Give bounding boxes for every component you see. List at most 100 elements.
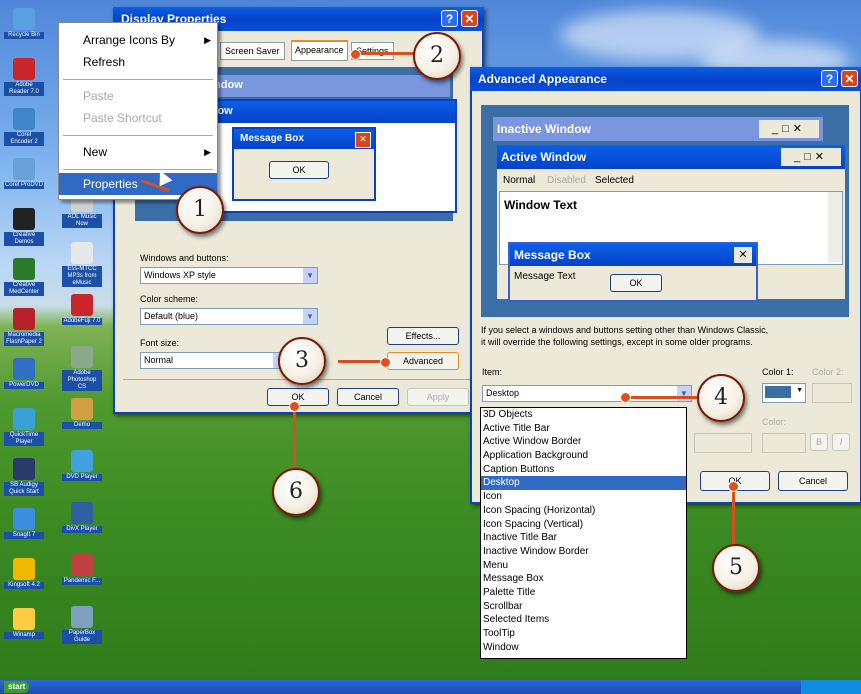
item-option[interactable]: Application Background: [481, 449, 686, 463]
application-icon: [71, 606, 93, 628]
desktop-icon[interactable]: Winamp: [4, 608, 44, 639]
taskbar: start: [0, 680, 861, 694]
item-option[interactable]: Active Window Border: [481, 435, 686, 449]
italic-button[interactable]: I: [832, 433, 850, 451]
font-color-picker[interactable]: [762, 433, 806, 453]
advanced-button[interactable]: Advanced: [387, 352, 459, 370]
bold-button[interactable]: B: [810, 433, 828, 451]
close-button[interactable]: ✕: [841, 70, 858, 87]
tab-screen-saver[interactable]: Screen Saver: [220, 42, 285, 60]
cancel-button[interactable]: Cancel: [337, 388, 399, 406]
callout-step-6: 6: [272, 468, 320, 516]
desktop-icon[interactable]: Adobe Photoshop CS: [62, 346, 102, 391]
item-option[interactable]: Inactive Window Border: [481, 545, 686, 559]
item-option[interactable]: Active Title Bar: [481, 422, 686, 436]
menu-item-paste[interactable]: Paste: [59, 85, 217, 107]
item-option[interactable]: Inactive Title Bar: [481, 531, 686, 545]
item-option[interactable]: Icon: [481, 490, 686, 504]
item-option[interactable]: Menu: [481, 559, 686, 573]
help-button[interactable]: ?: [821, 70, 838, 87]
tab-appearance[interactable]: Appearance: [291, 40, 348, 61]
desktop-icon[interactable]: QuickTime Player: [4, 408, 44, 446]
application-icon: [71, 554, 93, 576]
desktop-icon[interactable]: Recycle Bin: [4, 8, 44, 39]
desktop-icon[interactable]: Pandemic F...: [62, 554, 102, 585]
color2-picker[interactable]: [812, 383, 852, 403]
desktop-icon[interactable]: Creative MedCenter: [4, 258, 44, 296]
callout-step-5: 5: [712, 544, 760, 592]
item-option[interactable]: Window: [481, 641, 686, 655]
color1-picker[interactable]: ▼: [762, 383, 806, 403]
item-label: Item:: [482, 367, 503, 377]
item-option[interactable]: Desktop: [481, 476, 686, 491]
callout-dot: [350, 49, 361, 60]
callout-dot: [380, 357, 391, 368]
menu-item-refresh[interactable]: Refresh: [59, 51, 217, 73]
preview-inactive-window: Inactive Window _□✕: [493, 117, 823, 141]
application-icon: [71, 294, 93, 316]
desktop-icon-label: QuickTime Player: [4, 432, 44, 446]
application-icon: [13, 458, 35, 480]
item-dropdown-list: 3D Objects Active Title Bar Active Window …: [480, 407, 687, 659]
desktop-icon[interactable]: Ess-MTCC MP3s from eMusic: [62, 242, 102, 287]
advanced-preview: Inactive Window _□✕ Active Window _□✕ No…: [481, 105, 849, 317]
font-size-picker[interactable]: [694, 433, 752, 453]
desktop-icon[interactable]: Macromedia FlashPaper 2: [4, 308, 44, 346]
item-option[interactable]: Scrollbar: [481, 600, 686, 614]
menu-item-arrange-icons-by[interactable]: Arrange Icons By ▶: [59, 29, 217, 51]
application-icon: [13, 58, 35, 80]
desktop-icon[interactable]: SnagIt 7: [4, 508, 44, 539]
color-scheme-select[interactable]: Default (blue) ▼: [140, 308, 318, 325]
item-option[interactable]: Palette Title: [481, 586, 686, 600]
desktop-context-menu: Arrange Icons By ▶ Refresh Paste Paste S…: [58, 22, 218, 200]
desktop-icon[interactable]: Demo: [62, 398, 102, 429]
effects-button[interactable]: Effects...: [387, 327, 459, 345]
desktop-icon-label: Creative Demos: [4, 232, 44, 246]
color-label: Color:: [762, 417, 787, 427]
chevron-down-icon: ▼: [303, 309, 317, 324]
item-option[interactable]: 3D Objects: [481, 408, 686, 422]
apply-button[interactable]: Apply: [407, 388, 469, 406]
desktop-icon[interactable]: Creative Demos: [4, 208, 44, 246]
cancel-button[interactable]: Cancel: [778, 471, 848, 491]
help-button[interactable]: ?: [441, 10, 458, 27]
start-button[interactable]: start: [4, 681, 30, 693]
close-button[interactable]: ✕: [461, 10, 478, 27]
application-icon: [71, 242, 93, 264]
font-size-select[interactable]: Normal ▼: [140, 352, 288, 369]
desktop-icon[interactable]: SB Audigy Quick Start: [4, 458, 44, 496]
desktop-icon[interactable]: Kingsoft 4.2: [4, 558, 44, 589]
item-select[interactable]: Desktop ▼: [482, 385, 692, 402]
chevron-down-icon: ▼: [796, 387, 803, 394]
desktop-icon[interactable]: DivX Player: [62, 502, 102, 533]
preview-message-box: Message Box ✕ Message Text OK: [508, 242, 758, 302]
item-option[interactable]: ToolTip: [481, 627, 686, 641]
desktop-icon-label: SB Audigy Quick Start: [4, 482, 44, 496]
item-option[interactable]: Selected Items: [481, 613, 686, 627]
desktop-icon[interactable]: Corel Encoder 2: [4, 108, 44, 146]
item-option[interactable]: Message Box: [481, 572, 686, 586]
info-text-line-2: it will override the following settings,…: [481, 337, 753, 347]
callout-step-1: 1: [176, 186, 224, 234]
desktop-icon[interactable]: DVD Player: [62, 450, 102, 481]
info-text-line-1: If you select a windows and buttons sett…: [481, 325, 769, 335]
desktop-icon-label: Ess-MTCC MP3s from eMusic: [62, 266, 102, 287]
desktop-icon[interactable]: Adobe Reader 7.0: [4, 58, 44, 96]
desktop-icon[interactable]: PowerDVD: [4, 358, 44, 389]
item-option[interactable]: Icon Spacing (Vertical): [481, 518, 686, 532]
advanced-appearance-titlebar[interactable]: Advanced Appearance: [470, 67, 861, 91]
windows-buttons-select[interactable]: Windows XP style ▼: [140, 267, 318, 284]
application-icon: [71, 450, 93, 472]
windows-buttons-label: Windows and buttons:: [140, 253, 229, 263]
preview-message-box: Message Box ✕ OK: [232, 127, 376, 201]
desktop-icon[interactable]: PaperBox Guide: [62, 606, 102, 644]
item-option[interactable]: Icon Spacing (Horizontal): [481, 504, 686, 518]
desktop-icon-label: Adobe Reader 7.0: [4, 82, 44, 96]
system-tray: [801, 680, 861, 694]
menu-item-new[interactable]: New ▶: [59, 141, 217, 163]
desktop-icon[interactable]: AdobeFuji 7.0: [62, 294, 102, 325]
desktop-icon[interactable]: Corel ProDVD: [4, 158, 44, 189]
callout-step-4: 4: [697, 374, 745, 422]
menu-item-paste-shortcut[interactable]: Paste Shortcut: [59, 107, 217, 129]
item-option[interactable]: Caption Buttons: [481, 463, 686, 477]
